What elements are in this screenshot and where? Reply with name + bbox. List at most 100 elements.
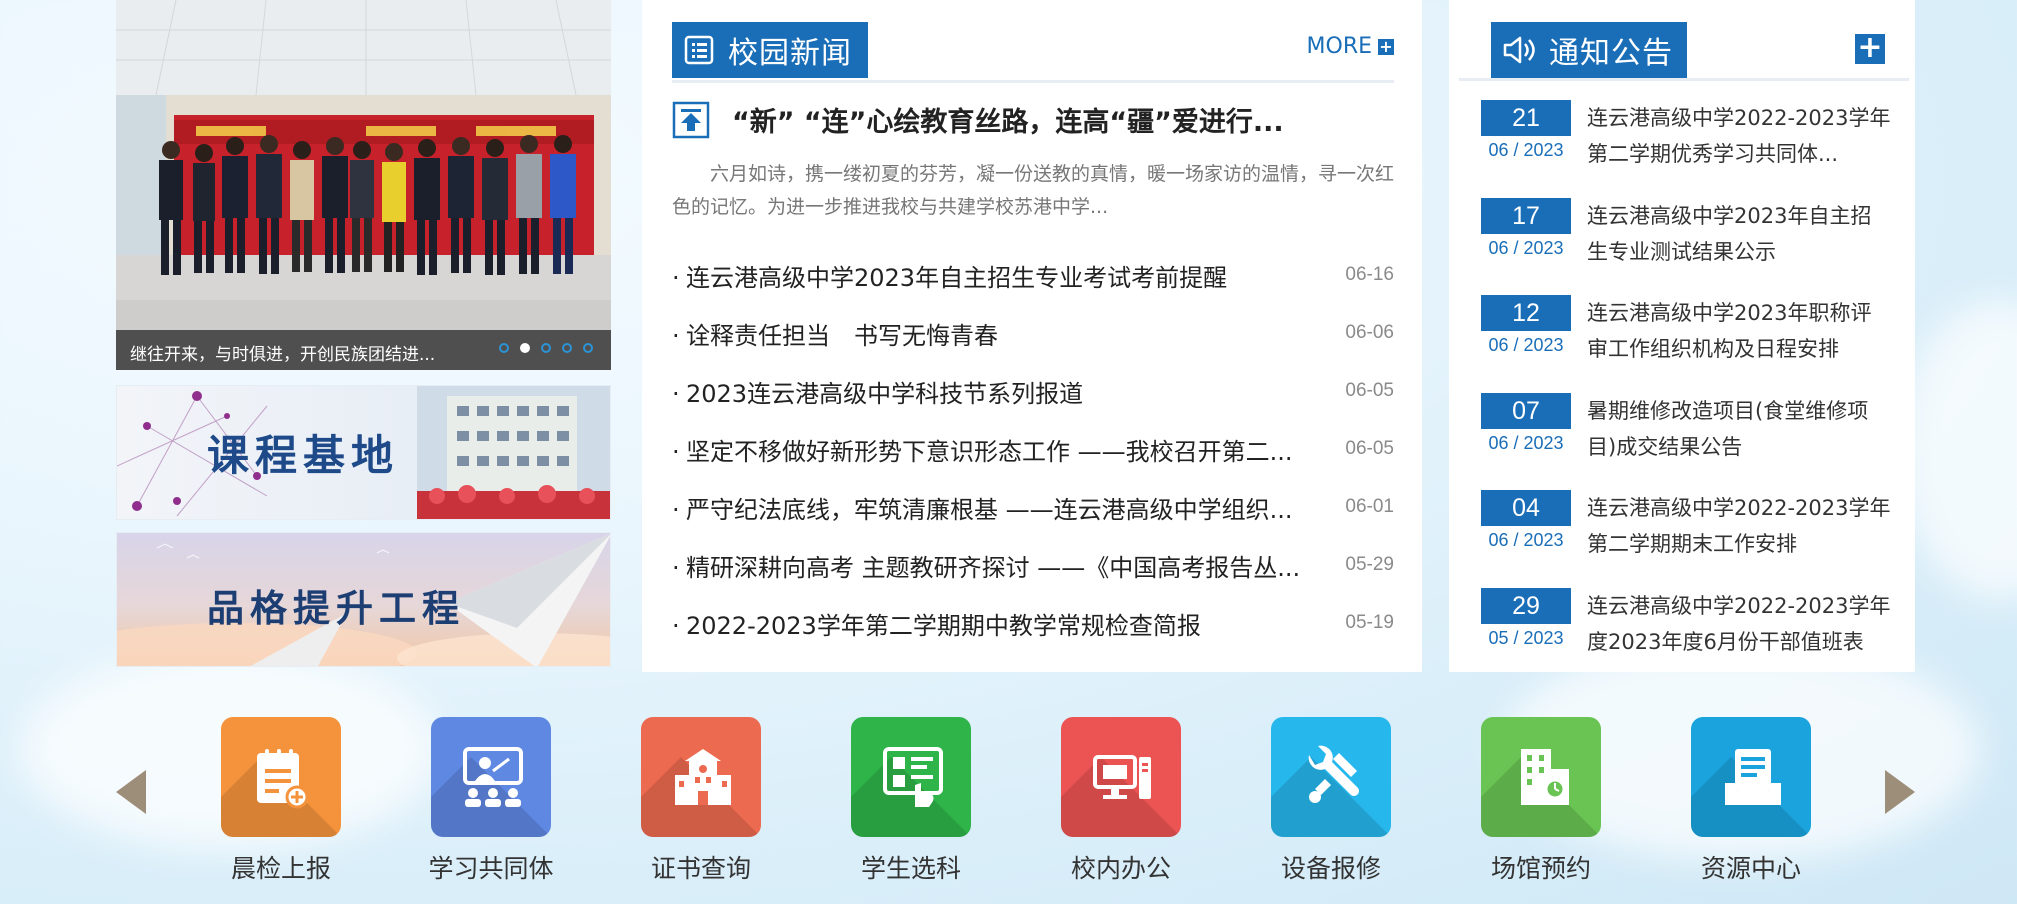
quick-link-subject-selection[interactable]: 学生选科 bbox=[831, 717, 991, 885]
wrench-icon bbox=[1308, 745, 1359, 803]
quick-link-label: 设备报修 bbox=[1280, 854, 1381, 883]
notice-text: 连云港高级中学2022-2023学年度2023年度6月份干部值班表 bbox=[1587, 593, 1891, 654]
notice-item[interactable]: 04 06 / 2023 连云港高级中学2022-2023学年第二学期期末工作安排 bbox=[1481, 490, 1901, 588]
quick-link-certificate-query[interactable]: 证书查询 bbox=[621, 717, 781, 885]
slide-dot-1[interactable] bbox=[499, 343, 509, 353]
news-item[interactable]: · 2023连云港高级中学科技节系列报道 06-05 bbox=[672, 371, 1394, 429]
notice-date: 21 06 / 2023 bbox=[1481, 100, 1571, 198]
news-item-date: 06-06 bbox=[1345, 322, 1394, 343]
headline-summary: 六月如诗，携一缕初夏的芬芳，凝一份送教的真情，暖一场家访的温情，寻一次红色的记忆… bbox=[672, 163, 1394, 218]
notice-date: 04 06 / 2023 bbox=[1481, 490, 1571, 588]
notice-item[interactable]: 17 06 / 2023 连云港高级中学2023年自主招生专业测试结果公示 bbox=[1481, 197, 1901, 296]
quick-tile bbox=[641, 717, 761, 837]
quick-link-equipment-repair[interactable]: 设备报修 bbox=[1251, 717, 1411, 885]
quick-link-label: 晨检上报 bbox=[230, 854, 331, 883]
character-improvement-banner[interactable]: 品格提升工程 bbox=[116, 532, 611, 667]
news-bullet: · bbox=[672, 554, 680, 582]
quick-tile bbox=[1691, 717, 1811, 837]
notice-day: 04 bbox=[1481, 490, 1571, 526]
news-item[interactable]: · 坚定不移做好新形势下意识形态工作 ——我校召开第二... 06-05 bbox=[672, 429, 1394, 487]
news-item[interactable]: · 诠释责任担当 书写无悔青春 06-06 bbox=[672, 313, 1394, 371]
quick-link-morning-check[interactable]: 晨检上报 bbox=[201, 717, 361, 885]
news-bullet: · bbox=[672, 438, 680, 466]
news-item-date: 06-01 bbox=[1345, 496, 1394, 517]
notice-month: 06 / 2023 bbox=[1488, 140, 1564, 160]
notice-more-button[interactable]: + bbox=[1855, 33, 1885, 64]
news-item-title: 2023连云港高级中学科技节系列报道 bbox=[686, 380, 1084, 408]
slide-photo[interactable] bbox=[116, 0, 611, 370]
building-icon bbox=[675, 749, 731, 805]
notice-text: 连云港高级中学2022-2023学年第二学期优秀学习共同体... bbox=[1587, 106, 1891, 166]
news-more-link[interactable]: MORE + bbox=[1307, 34, 1394, 59]
notice-month: 06 / 2023 bbox=[1488, 335, 1564, 355]
notice-day: 12 bbox=[1481, 295, 1571, 331]
notice-item[interactable]: 21 06 / 2023 连云港高级中学2022-2023学年第二学期优秀学习共同… bbox=[1481, 100, 1901, 198]
slide-dot-4[interactable] bbox=[562, 343, 572, 353]
notice-tab[interactable]: 通知公告 bbox=[1491, 22, 1687, 78]
notice-date: 07 06 / 2023 bbox=[1481, 392, 1571, 491]
news-item-title: 严守纪法底线，牢筑清廉根基 ——连云港高级中学组织... bbox=[686, 496, 1293, 524]
notice-date: 17 06 / 2023 bbox=[1481, 197, 1571, 296]
background-cloud bbox=[1900, 300, 2017, 600]
news-item-date: 06-05 bbox=[1345, 438, 1394, 459]
course-base-title: 课程基地 bbox=[207, 431, 400, 480]
news-bullet: · bbox=[672, 322, 680, 350]
notice-month: 06 / 2023 bbox=[1488, 237, 1564, 258]
notice-list: 21 06 / 2023 连云港高级中学2022-2023学年第二学期优秀学习共同… bbox=[1481, 100, 1901, 685]
notice-date: 29 05 / 2023 bbox=[1481, 587, 1571, 686]
notice-item[interactable]: 29 05 / 2023 连云港高级中学2022-2023学年度2023年度6月份… bbox=[1481, 587, 1901, 686]
notice-text: 暑期维修改造项目(食堂维修项目)成交结果公告 bbox=[1587, 398, 1869, 459]
quick-link-office[interactable]: 校内办公 bbox=[1041, 717, 1201, 885]
notice-title: 通知公告 bbox=[1549, 36, 1673, 71]
quick-tile bbox=[1271, 717, 1391, 837]
quick-link-resource-center[interactable]: 资源中心 bbox=[1671, 717, 1831, 885]
news-item-title: 连云港高级中学2023年自主招生专业考试考前提醒 bbox=[686, 264, 1228, 292]
quick-link-label: 资源中心 bbox=[1700, 854, 1801, 883]
notice-text: 连云港高级中学2023年自主招生专业测试结果公示 bbox=[1587, 203, 1872, 264]
slide-dot-2[interactable] bbox=[520, 343, 530, 353]
computer-icon bbox=[1093, 755, 1151, 799]
news-item[interactable]: · 精研深耕向高考 主题教研齐探讨 ——《中国高考报告丛... 05-29 bbox=[672, 545, 1394, 603]
news-bullet: · bbox=[672, 380, 680, 408]
news-list: · 连云港高级中学2023年自主招生专业考试考前提醒 06-16 · 诠释责任担当 书… bbox=[672, 255, 1394, 661]
notice-day: 17 bbox=[1481, 197, 1571, 234]
news-photo-slider[interactable]: 继往开来，与时俱进，开创民族团结进... bbox=[116, 0, 611, 370]
news-bullet: · bbox=[672, 612, 680, 640]
news-item-date: 05-19 bbox=[1345, 612, 1394, 633]
quick-link-label: 证书查询 bbox=[650, 854, 751, 883]
news-item[interactable]: · 严守纪法底线，牢筑清廉根基 ——连云港高级中学组织... 06-01 bbox=[672, 487, 1394, 545]
news-more-label: MORE bbox=[1306, 34, 1372, 59]
quick-links: 晨检上报 学习共同体 证书查询 学生选科 校内办公 设备报修 场馆预约 资源中心 bbox=[0, 717, 2017, 904]
quick-link-label: 学习共同体 bbox=[428, 854, 554, 883]
news-item[interactable]: · 2022-2023学年第二学期期中教学常规检查简报 05-19 bbox=[672, 603, 1394, 661]
slide-dot-3[interactable] bbox=[541, 343, 551, 353]
news-item-date: 05-29 bbox=[1345, 554, 1394, 575]
slide-caption-bar: 继往开来，与时俱进，开创民族团结进... bbox=[116, 330, 611, 370]
character-improvement-title: 品格提升工程 bbox=[207, 586, 465, 630]
campus-news-tab[interactable]: 校园新闻 bbox=[672, 22, 868, 78]
notice-item[interactable]: 07 06 / 2023 暑期维修改造项目(食堂维修项目)成交结果公告 bbox=[1481, 392, 1901, 491]
plus-icon: + bbox=[1378, 36, 1394, 56]
slide-caption[interactable]: 继往开来，与时俱进，开创民族团结进... bbox=[130, 340, 460, 365]
news-item-title: 坚定不移做好新形势下意识形态工作 ——我校召开第二... bbox=[686, 438, 1293, 466]
course-base-banner[interactable]: 课程基地 bbox=[116, 385, 611, 520]
quick-link-venue-booking[interactable]: 场馆预约 bbox=[1461, 717, 1621, 885]
campus-news-header: 校园新闻 MORE + bbox=[672, 22, 1394, 83]
news-item-title: 2022-2023学年第二学期期中教学常规检查简报 bbox=[686, 612, 1201, 640]
headline-news[interactable]: “新” “连”心绘教育丝路，连高“疆”爱进行... bbox=[672, 100, 1394, 139]
quick-tile bbox=[221, 717, 341, 837]
notice-item[interactable]: 12 06 / 2023 连云港高级中学2023年职称评审工作组织机构及日程安排 bbox=[1481, 295, 1901, 393]
news-item-date: 06-16 bbox=[1345, 264, 1394, 285]
slide-pagination bbox=[499, 343, 593, 353]
slide-dot-5[interactable] bbox=[583, 343, 593, 353]
news-item[interactable]: · 连云港高级中学2023年自主招生专业考试考前提醒 06-16 bbox=[672, 255, 1394, 313]
notice-month: 06 / 2023 bbox=[1488, 432, 1564, 453]
campus-news-title: 校园新闻 bbox=[728, 36, 852, 71]
top-arrow-icon bbox=[672, 101, 710, 138]
notice-month: 06 / 2023 bbox=[1488, 530, 1564, 550]
quick-tile bbox=[1481, 717, 1601, 837]
news-item-title: 精研深耕向高考 主题教研齐探讨 ——《中国高考报告丛... bbox=[686, 554, 1301, 582]
quick-link-learning-community[interactable]: 学习共同体 bbox=[411, 717, 571, 885]
speaker-icon bbox=[1503, 36, 1535, 64]
notice-text: 连云港高级中学2023年职称评审工作组织机构及日程安排 bbox=[1587, 301, 1872, 361]
